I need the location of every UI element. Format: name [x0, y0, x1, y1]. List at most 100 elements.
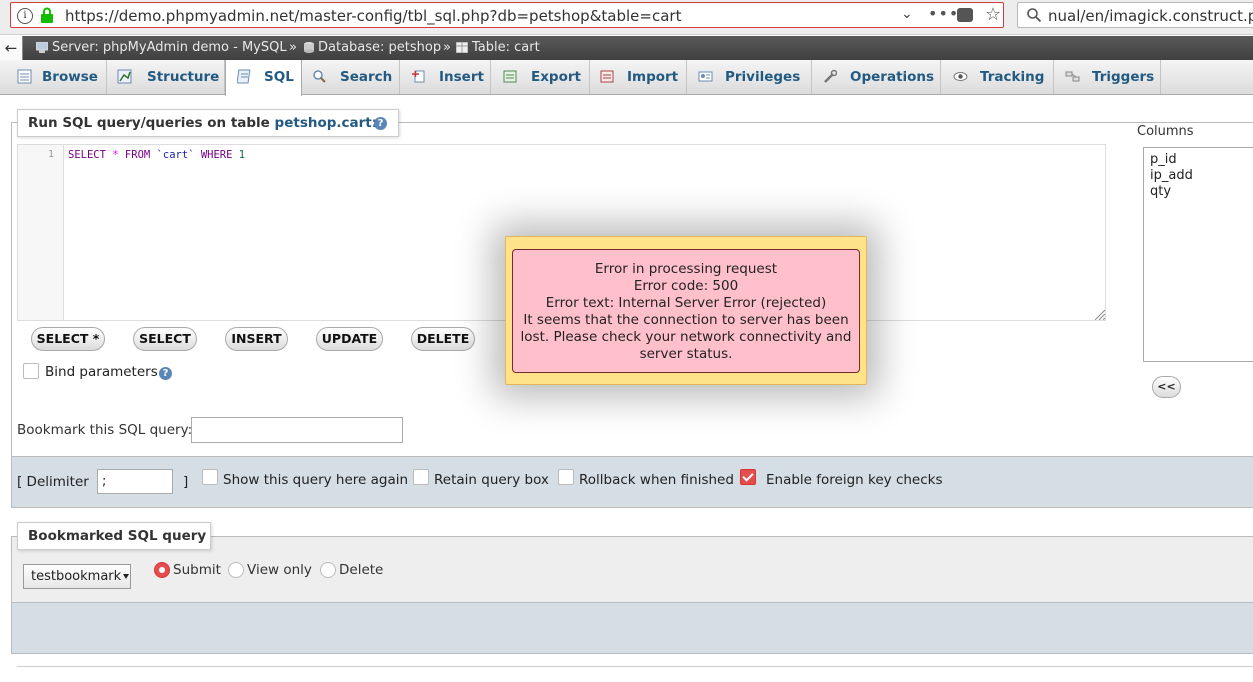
sql-operator: * — [112, 149, 119, 161]
url-text[interactable]: https://demo.phpmyadmin.net/master-confi… — [65, 7, 681, 25]
tab-label: Triggers — [1092, 69, 1155, 85]
column-item[interactable]: qty — [1150, 184, 1171, 199]
bookmark-select[interactable]: testbookmark — [23, 564, 131, 589]
bookmark-star-icon[interactable]: ☆ — [985, 4, 1001, 25]
columns-list[interactable]: p_id ip_add qty — [1143, 147, 1253, 362]
error-detail: It seems that the connection to server h… — [523, 312, 849, 328]
tab-sql[interactable]: SQL — [225, 60, 302, 96]
privileges-icon — [698, 71, 713, 82]
retain-query-box-label: Retain query box — [434, 472, 549, 488]
insert-button[interactable]: INSERT — [225, 327, 288, 351]
tab-export[interactable]: Export — [491, 60, 590, 94]
tab-browse[interactable]: Browse — [7, 60, 107, 94]
error-detail: server status. — [639, 346, 733, 362]
tab-label: Insert — [439, 69, 484, 85]
sql-keyword: FROM — [124, 149, 151, 161]
site-info-icon[interactable]: i — [17, 8, 33, 24]
sql-identifier: `cart` — [156, 149, 195, 161]
browser-toolbar: i https://demo.phpmyadmin.net/master-con… — [0, 0, 1253, 35]
tab-label: Privileges — [725, 69, 801, 85]
sql-query-text[interactable]: SELECT * FROM `cart` WHERE 1 — [68, 149, 245, 161]
delimiter-bracket: ] — [183, 474, 189, 490]
delete-radio[interactable] — [320, 562, 336, 578]
tab-label: SQL — [264, 69, 294, 85]
tab-privileges[interactable]: Privileges — [687, 60, 812, 94]
more-actions-icon[interactable]: ••• — [928, 4, 959, 23]
search-text[interactable]: nual/en/imagick.construct.php — [1048, 7, 1253, 25]
tab-label: Operations — [850, 69, 935, 85]
tab-label: Browse — [42, 69, 98, 85]
dropdown-arrow-icon — [123, 574, 129, 579]
breadcrumb-database[interactable]: Database: petshop — [318, 40, 441, 55]
resize-handle-icon[interactable] — [1093, 308, 1105, 320]
view-only-radio[interactable] — [228, 562, 244, 578]
delete-button[interactable]: DELETE — [411, 327, 475, 351]
foreign-key-checks-checkbox[interactable] — [740, 469, 756, 485]
submit-radio-label: Submit — [173, 562, 221, 578]
tab-label: Structure — [147, 69, 220, 85]
back-arrow-icon[interactable]: ← — [0, 36, 23, 60]
operations-icon — [824, 69, 837, 83]
tab-label: Search — [340, 69, 393, 85]
server-icon — [36, 42, 48, 53]
breadcrumb-separator: » — [289, 40, 297, 55]
line-number: 1 — [48, 149, 55, 160]
breadcrumb-server[interactable]: Server: phpMyAdmin demo - MySQL — [52, 40, 287, 55]
breadcrumb-table[interactable]: Table: cart — [472, 40, 540, 55]
bind-parameters-checkbox[interactable] — [23, 363, 39, 379]
error-detail: lost. Please check your network connecti… — [520, 329, 852, 345]
divider — [17, 666, 1253, 667]
export-icon — [503, 70, 517, 83]
pocket-icon[interactable] — [957, 8, 973, 22]
line-gutter: 1 — [18, 145, 64, 320]
tab-bar: Browse Structure SQL Search Insert Expor… — [0, 60, 1253, 96]
tab-insert[interactable]: Insert — [400, 60, 491, 94]
sql-keyword: WHERE — [200, 149, 233, 161]
foreign-key-checks-label: Enable foreign key checks — [766, 472, 943, 488]
bookmarked-query-title: Bookmarked SQL query — [17, 522, 211, 550]
rollback-checkbox[interactable] — [558, 469, 574, 485]
tab-search[interactable]: Search — [302, 60, 400, 94]
tab-operations[interactable]: Operations — [812, 60, 941, 94]
bind-parameters-label: Bind parameters — [45, 364, 158, 380]
columns-label: Columns — [1137, 124, 1194, 139]
submit-radio[interactable] — [154, 562, 170, 578]
browser-search-bar[interactable]: nual/en/imagick.construct.php — [1017, 2, 1253, 28]
select-button[interactable]: SELECT — [133, 327, 197, 351]
sql-keyword: SELECT — [68, 149, 106, 161]
retain-query-box-checkbox[interactable] — [413, 469, 429, 485]
search-icon — [313, 70, 326, 83]
bookmarked-query-title-text: Bookmarked SQL query — [28, 528, 207, 544]
delimiter-input[interactable]: ; — [97, 469, 173, 494]
column-item[interactable]: p_id — [1150, 152, 1177, 167]
tab-triggers[interactable]: Triggers — [1054, 60, 1161, 94]
update-button[interactable]: UPDATE — [316, 327, 383, 351]
table-link[interactable]: petshop.cart: — [275, 115, 378, 131]
help-icon[interactable]: ? — [159, 367, 172, 380]
bookmark-query-label: Bookmark this SQL query: — [17, 422, 193, 438]
import-icon — [600, 70, 614, 83]
lock-icon[interactable] — [39, 7, 55, 23]
column-item[interactable]: ip_add — [1150, 168, 1193, 183]
insert-column-button[interactable]: << — [1152, 376, 1181, 398]
breadcrumb-separator: » — [443, 40, 451, 55]
address-bar[interactable]: i https://demo.phpmyadmin.net/master-con… — [10, 2, 1004, 28]
help-icon[interactable]: ? — [374, 117, 387, 130]
show-query-again-label: Show this query here again — [223, 472, 409, 488]
chevron-down-icon[interactable]: ⌄ — [901, 6, 913, 22]
error-notification[interactable]: Error in processing request Error code: … — [505, 236, 867, 385]
delete-radio-label: Delete — [339, 562, 384, 578]
tab-tracking[interactable]: Tracking — [941, 60, 1054, 94]
tracking-icon — [953, 72, 968, 81]
bookmark-name-input[interactable] — [191, 417, 403, 443]
select-star-button[interactable]: SELECT * — [31, 327, 105, 351]
rollback-label: Rollback when finished — [579, 472, 734, 488]
error-message-box: Error in processing request Error code: … — [512, 249, 860, 373]
sql-icon — [237, 69, 251, 84]
show-query-again-checkbox[interactable] — [202, 469, 218, 485]
error-code: Error code: 500 — [633, 278, 739, 294]
sql-panel-title-text: Run SQL query/queries on table petshop.c… — [28, 115, 378, 131]
insert-icon — [412, 70, 425, 83]
tab-import[interactable]: Import — [590, 60, 687, 94]
tab-structure[interactable]: Structure — [107, 60, 225, 94]
